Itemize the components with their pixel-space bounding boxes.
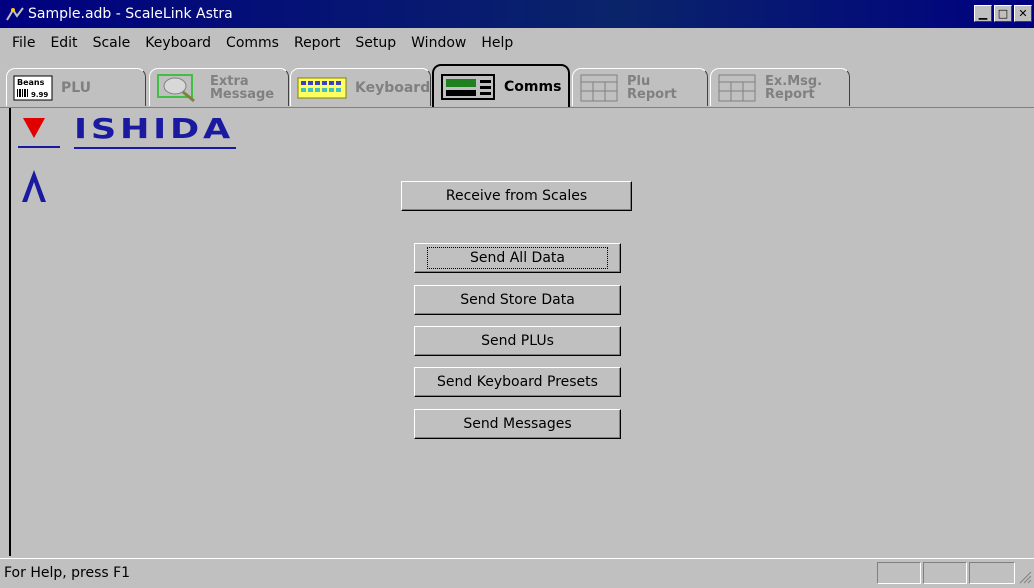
svg-text:Beans: Beans <box>17 78 45 87</box>
receive-from-scales-label: Receive from Scales <box>445 188 588 204</box>
menu-bar: File Edit Scale Keyboard Comms Report Se… <box>0 30 1034 56</box>
tab-keyboard-label: Keyboard <box>355 79 431 96</box>
close-button[interactable]: ✕ <box>1014 5 1032 22</box>
tab-comms[interactable]: Comms <box>432 64 570 108</box>
tab-strip: Beans 9.99 PLU Extra Message Keyboard Co… <box>6 64 1028 108</box>
menu-file[interactable]: File <box>12 35 35 51</box>
send-messages-button[interactable]: Send Messages <box>414 409 621 439</box>
send-plus-button[interactable]: Send PLUs <box>414 326 621 356</box>
status-panel <box>969 562 1015 584</box>
tab-extra-label-2: Message <box>210 86 275 102</box>
tab-exmsg-report[interactable]: Ex.Msg. Report <box>710 68 850 106</box>
app-icon <box>4 5 26 23</box>
send-all-data-button[interactable]: Send All Data <box>414 243 621 273</box>
send-messages-label: Send Messages <box>463 416 572 432</box>
magnifier-message-icon <box>156 73 202 103</box>
send-keyboard-presets-label: Send Keyboard Presets <box>437 374 598 390</box>
tab-plu-label: PLU <box>61 79 92 96</box>
menu-edit[interactable]: Edit <box>50 35 77 51</box>
resize-grip-icon[interactable] <box>1018 570 1032 584</box>
window-title: Sample.adb - ScaleLink Astra <box>28 6 233 22</box>
menu-comms[interactable]: Comms <box>226 35 279 51</box>
send-store-data-label: Send Store Data <box>460 292 575 308</box>
tab-extra-label-1: Extra <box>210 73 249 89</box>
tab-extra-message[interactable]: Extra Message <box>149 68 289 106</box>
scale-device-icon <box>440 71 496 103</box>
receive-from-scales-button[interactable]: Receive from Scales <box>401 181 632 211</box>
tab-exmsg-report-label-2: Report <box>765 86 815 102</box>
send-store-data-button[interactable]: Send Store Data <box>414 285 621 315</box>
report-sheet-icon <box>579 73 619 103</box>
tab-plu-report-label-2: Report <box>627 86 677 102</box>
tab-plu-report[interactable]: Plu Report <box>572 68 708 106</box>
send-keyboard-presets-button[interactable]: Send Keyboard Presets <box>414 367 621 397</box>
barcode-label-icon: Beans 9.99 <box>13 75 53 101</box>
menu-keyboard[interactable]: Keyboard <box>145 35 211 51</box>
title-bar: Sample.adb - ScaleLink Astra ▁ □ ✕ <box>0 0 1034 28</box>
tab-exmsg-report-label-1: Ex.Msg. <box>765 73 823 89</box>
send-plus-label: Send PLUs <box>481 333 554 349</box>
keyboard-icon <box>297 76 347 100</box>
menu-scale[interactable]: Scale <box>93 35 131 51</box>
report-sheet-icon <box>717 73 757 103</box>
status-panel <box>923 562 967 584</box>
menu-help[interactable]: Help <box>481 35 513 51</box>
tab-plu-report-label-1: Plu <box>627 73 651 89</box>
minimize-button[interactable]: ▁ <box>974 5 992 22</box>
tab-plu[interactable]: Beans 9.99 PLU <box>6 68 146 106</box>
status-text: For Help, press F1 <box>4 565 131 581</box>
svg-text:9.99: 9.99 <box>31 91 48 99</box>
maximize-button[interactable]: □ <box>994 5 1012 22</box>
send-all-data-label: Send All Data <box>427 247 608 269</box>
status-panel <box>877 562 921 584</box>
menu-setup[interactable]: Setup <box>355 35 396 51</box>
ishida-logo: ISHIDA <box>18 112 243 210</box>
tab-keyboard[interactable]: Keyboard <box>290 68 431 106</box>
tab-comms-label: Comms <box>504 79 562 95</box>
menu-window[interactable]: Window <box>411 35 466 51</box>
logo-text: ISHIDA <box>74 116 234 145</box>
menu-report[interactable]: Report <box>294 35 340 51</box>
